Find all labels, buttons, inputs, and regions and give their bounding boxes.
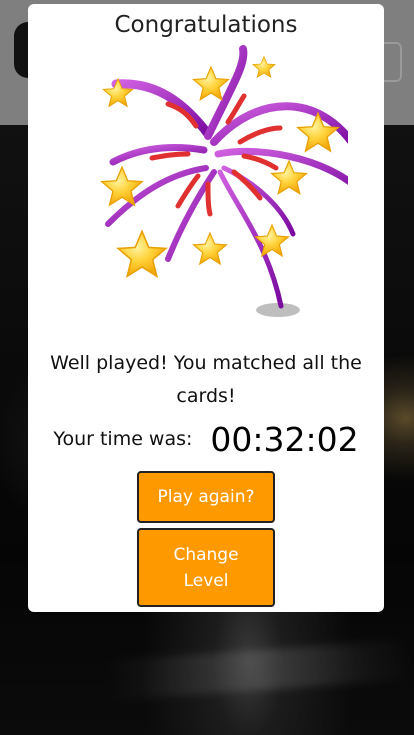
time-value: 00:32:02	[210, 419, 359, 459]
fireworks-icon	[101, 45, 348, 317]
congratulations-modal: Congratulations Well played! You matched…	[28, 4, 384, 612]
play-again-button[interactable]: Play again?	[137, 471, 275, 523]
time-row: Your time was: 00:32:02	[28, 416, 384, 462]
modal-title: Congratulations	[114, 12, 298, 38]
time-label: Your time was:	[53, 428, 193, 450]
change-level-button[interactable]: Change Level	[137, 528, 275, 607]
completion-message: Well played! You matched all the cards!	[50, 352, 362, 407]
